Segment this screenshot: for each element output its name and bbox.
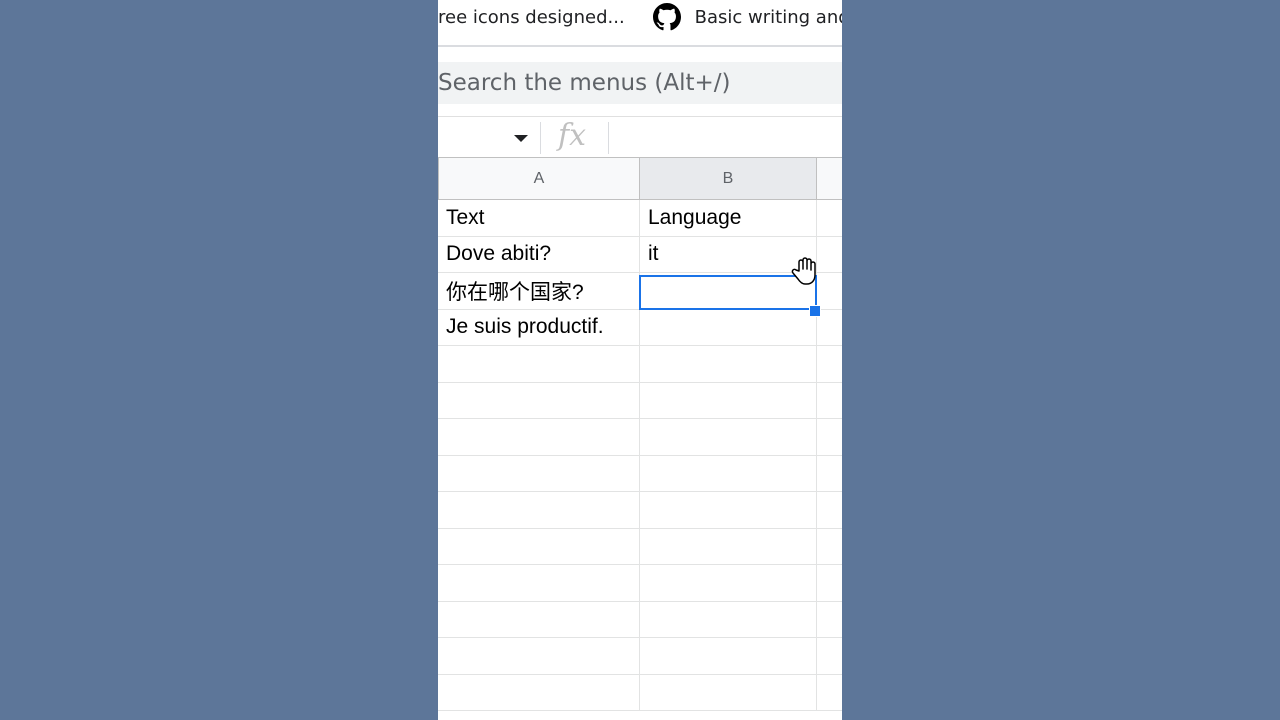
cell-c13[interactable] xyxy=(817,638,842,675)
cell-b6[interactable] xyxy=(640,382,817,419)
table-row: Dove abiti? it xyxy=(438,236,842,273)
cell-c8[interactable] xyxy=(817,456,842,492)
bookmarks-bar: ree icons designed... Basic writing and xyxy=(438,0,842,34)
table-row: Text Language xyxy=(438,200,842,237)
cell-b13[interactable] xyxy=(640,638,817,675)
cell-b4[interactable] xyxy=(640,309,817,346)
cell-b8[interactable] xyxy=(640,455,817,492)
cell-c11[interactable] xyxy=(817,565,842,602)
cell-c12[interactable] xyxy=(817,602,842,638)
cell-b10[interactable] xyxy=(640,528,817,565)
cell-b1[interactable]: Language xyxy=(640,200,817,237)
table-row xyxy=(438,565,842,602)
table-row: Je suis productif. xyxy=(438,309,842,346)
cell-a1[interactable]: Text xyxy=(438,200,640,237)
table-row xyxy=(438,419,842,456)
cell-a11[interactable] xyxy=(438,565,640,602)
cell-b14[interactable] xyxy=(640,674,817,711)
cell-a5[interactable] xyxy=(438,346,640,383)
search-menus-input[interactable]: Search the menus (Alt+/) xyxy=(438,62,842,104)
github-icon xyxy=(652,3,681,31)
bookmark-basic-writing[interactable]: Basic writing and xyxy=(652,3,842,31)
cell-a8[interactable] xyxy=(438,455,640,492)
formula-bar: fx xyxy=(438,116,842,158)
bookmark-label: ree icons designed... xyxy=(438,6,625,28)
fx-icon: fx xyxy=(558,118,587,153)
search-menus-placeholder: Search the menus (Alt+/) xyxy=(438,70,731,96)
cell-a7[interactable] xyxy=(438,419,640,456)
cell-a10[interactable] xyxy=(438,528,640,565)
cell-c1[interactable] xyxy=(817,200,842,237)
fill-handle[interactable] xyxy=(809,305,821,317)
bookmark-icons[interactable]: ree icons designed... xyxy=(438,7,625,28)
hand-cursor-icon xyxy=(791,257,816,285)
column-header-c[interactable] xyxy=(817,158,842,200)
table-row xyxy=(438,674,842,711)
cell-c10[interactable] xyxy=(817,529,842,565)
table-row xyxy=(438,492,842,529)
column-header-b[interactable]: B xyxy=(640,158,817,200)
cell-a13[interactable] xyxy=(438,638,640,675)
formula-bar-divider xyxy=(608,122,609,154)
cell-c6[interactable] xyxy=(817,383,842,419)
table-row xyxy=(438,382,842,419)
table-row xyxy=(438,455,842,492)
table-row xyxy=(438,638,842,675)
cell-b12[interactable] xyxy=(640,601,817,638)
cell-c5[interactable] xyxy=(817,346,842,383)
cell-a14[interactable] xyxy=(438,674,640,711)
table-row xyxy=(438,528,842,565)
cell-b5[interactable] xyxy=(640,346,817,383)
cell-c7[interactable] xyxy=(817,419,842,456)
formula-bar-divider xyxy=(540,122,541,154)
cell-a6[interactable] xyxy=(438,382,640,419)
cell-a9[interactable] xyxy=(438,492,640,529)
cell-a4[interactable]: Je suis productif. xyxy=(438,309,640,346)
cell-b11[interactable] xyxy=(640,565,817,602)
browser-viewport: ree icons designed... Basic writing and … xyxy=(438,0,842,720)
cell-c9[interactable] xyxy=(817,492,842,529)
cell-a3[interactable]: 你在哪个国家? xyxy=(438,273,640,310)
chevron-down-icon[interactable] xyxy=(514,135,528,142)
table-row xyxy=(438,346,842,383)
cell-c14[interactable] xyxy=(817,675,842,711)
cell-a2[interactable]: Dove abiti? xyxy=(438,236,640,273)
cell-b9[interactable] xyxy=(640,492,817,529)
table-row xyxy=(438,601,842,638)
bookmarks-divider xyxy=(438,45,842,47)
cell-b7[interactable] xyxy=(640,419,817,456)
column-header-a[interactable]: A xyxy=(438,158,640,200)
cell-c2[interactable] xyxy=(817,237,842,273)
cell-a12[interactable] xyxy=(438,601,640,638)
bookmark-label: Basic writing and xyxy=(694,6,842,28)
